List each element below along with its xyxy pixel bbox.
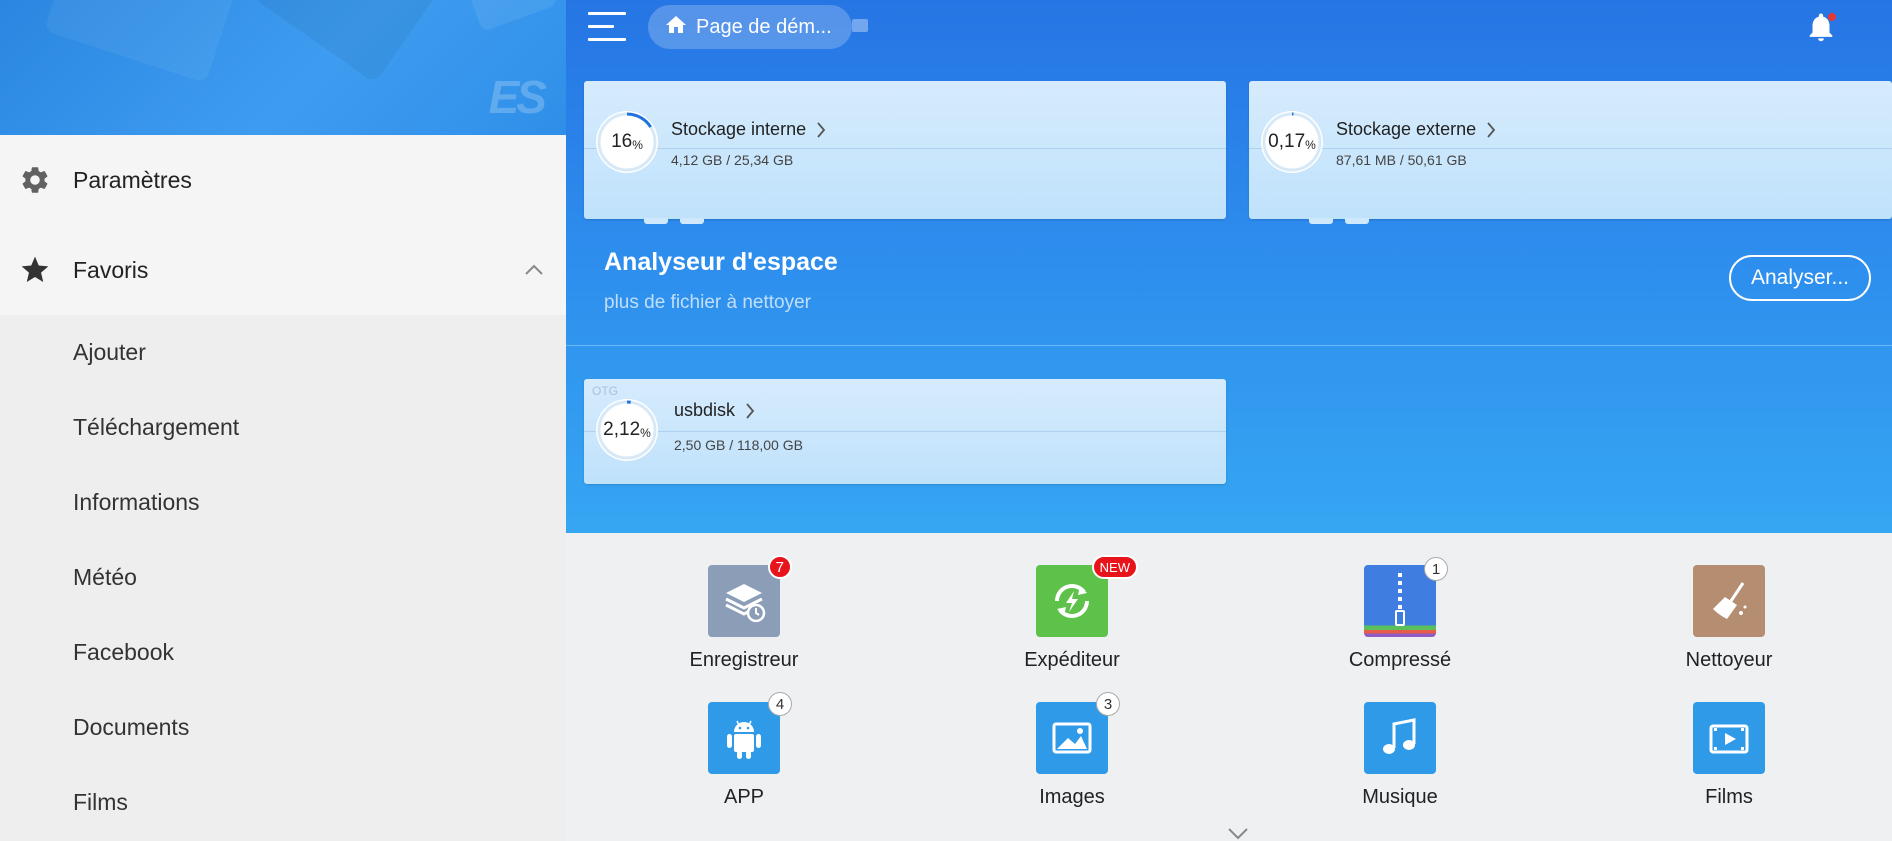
- home-icon: [664, 13, 688, 42]
- internal-storage-title: Stockage interne: [671, 119, 826, 140]
- favorite-item-telechargement[interactable]: Téléchargement: [0, 390, 566, 465]
- external-storage-percent: 0,17%: [1268, 131, 1316, 152]
- android-icon: 4: [708, 692, 792, 774]
- analyze-button[interactable]: Analyser...: [1729, 255, 1871, 301]
- chevron-down-icon[interactable]: [1227, 827, 1249, 841]
- favorite-item-films[interactable]: Films: [0, 765, 566, 840]
- favorites-header[interactable]: Favoris: [0, 225, 566, 315]
- recorder-icon: 7: [708, 555, 792, 637]
- apps-badge: 4: [768, 692, 792, 716]
- images-badge: 3: [1096, 692, 1120, 716]
- space-analyzer-subtitle: plus de fichier à nettoyer: [604, 292, 812, 313]
- app-label: Expéditeur: [1024, 649, 1120, 671]
- app-cleaner[interactable]: Nettoyeur: [1629, 565, 1829, 672]
- app-label: Nettoyeur: [1685, 649, 1773, 671]
- sender-icon: NEW: [1036, 555, 1138, 637]
- favorite-item-informations[interactable]: Informations: [0, 465, 566, 540]
- app-label: Images: [1039, 786, 1105, 808]
- app-compressed[interactable]: 1 Compressé: [1300, 557, 1500, 672]
- external-storage-card[interactable]: 0,17% Stockage externe 87,61 MB / 50,61 …: [1249, 81, 1892, 224]
- breadcrumb[interactable]: Page de dém...: [648, 5, 852, 49]
- app-label: Films: [1705, 786, 1753, 808]
- space-analyzer-title: Analyseur d'espace: [604, 248, 838, 276]
- app-label: Enregistreur: [689, 649, 799, 671]
- app-images[interactable]: 3 Images: [972, 692, 1172, 809]
- usb-storage-size: 2,50 GB / 118,00 GB: [674, 437, 803, 453]
- external-storage-size: 87,61 MB / 50,61 GB: [1336, 152, 1467, 168]
- app-recorder[interactable]: 7 Enregistreur: [644, 555, 844, 672]
- menu-icon[interactable]: [588, 12, 626, 42]
- compressed-badge: 1: [1424, 557, 1448, 581]
- favorite-item-documents[interactable]: Documents: [0, 690, 566, 765]
- video-icon: [1693, 702, 1765, 774]
- tab-indicator-icon[interactable]: [852, 19, 868, 32]
- zip-icon: 1: [1364, 557, 1448, 637]
- home-header-area: Page de dém... 16% Stockage interne 4,12…: [566, 0, 1892, 533]
- chevron-right-icon: [1487, 121, 1496, 138]
- usb-storage-card[interactable]: OTG 2,12% usbdisk 2,50 GB / 118,00 GB: [584, 379, 1226, 484]
- chevron-up-icon[interactable]: [524, 260, 544, 280]
- internal-storage-size: 4,12 GB / 25,34 GB: [671, 152, 794, 168]
- favorite-item-facebook[interactable]: Facebook: [0, 615, 566, 690]
- app-apps[interactable]: 4 APP: [644, 692, 844, 809]
- star-icon: [18, 253, 52, 287]
- internal-storage-card[interactable]: 16% Stockage interne 4,12 GB / 25,34 GB: [584, 81, 1226, 224]
- favorites-list: Ajouter Téléchargement Informations Mété…: [0, 315, 566, 840]
- favorite-item-meteo[interactable]: Météo: [0, 540, 566, 615]
- es-logo: ES: [488, 71, 547, 123]
- image-icon: 3: [1036, 692, 1120, 774]
- favorites-label: Favoris: [73, 256, 149, 283]
- settings-item[interactable]: Paramètres: [0, 135, 566, 225]
- navigation-drawer: ES Paramètres Favoris Ajouter Télécharge…: [0, 0, 566, 841]
- app-music[interactable]: Musique: [1300, 702, 1500, 809]
- broom-icon: [1693, 565, 1765, 637]
- music-icon: [1364, 702, 1436, 774]
- drawer-header: ES: [0, 0, 566, 135]
- breadcrumb-label: Page de dém...: [696, 15, 832, 38]
- main-panel: Page de dém... 16% Stockage interne 4,12…: [566, 0, 1892, 841]
- chevron-right-icon: [746, 402, 755, 419]
- divider: [566, 345, 1892, 346]
- usb-storage-title: usbdisk: [674, 400, 755, 421]
- otg-tag: OTG: [592, 384, 618, 398]
- recorder-badge: 7: [767, 555, 792, 579]
- tools-grid: 7 Enregistreur NEW Expéditeur 1 Compress…: [566, 533, 1892, 841]
- settings-label: Paramètres: [73, 166, 192, 193]
- external-storage-title: Stockage externe: [1336, 119, 1496, 140]
- chevron-right-icon: [817, 121, 826, 138]
- usb-storage-percent: 2,12%: [603, 419, 651, 440]
- app-films[interactable]: Films: [1629, 702, 1829, 809]
- gear-icon: [18, 163, 52, 197]
- app-label: APP: [723, 786, 765, 808]
- sender-badge: NEW: [1091, 555, 1138, 579]
- favorite-item-ajouter[interactable]: Ajouter: [0, 315, 566, 390]
- app-label: Musique: [1362, 786, 1438, 808]
- drawer-main-items: Paramètres Favoris: [0, 135, 566, 315]
- notification-dot: [1828, 13, 1836, 21]
- app-sender[interactable]: NEW Expéditeur: [972, 555, 1172, 672]
- internal-storage-percent: 16%: [611, 131, 643, 152]
- app-label: Compressé: [1348, 649, 1452, 671]
